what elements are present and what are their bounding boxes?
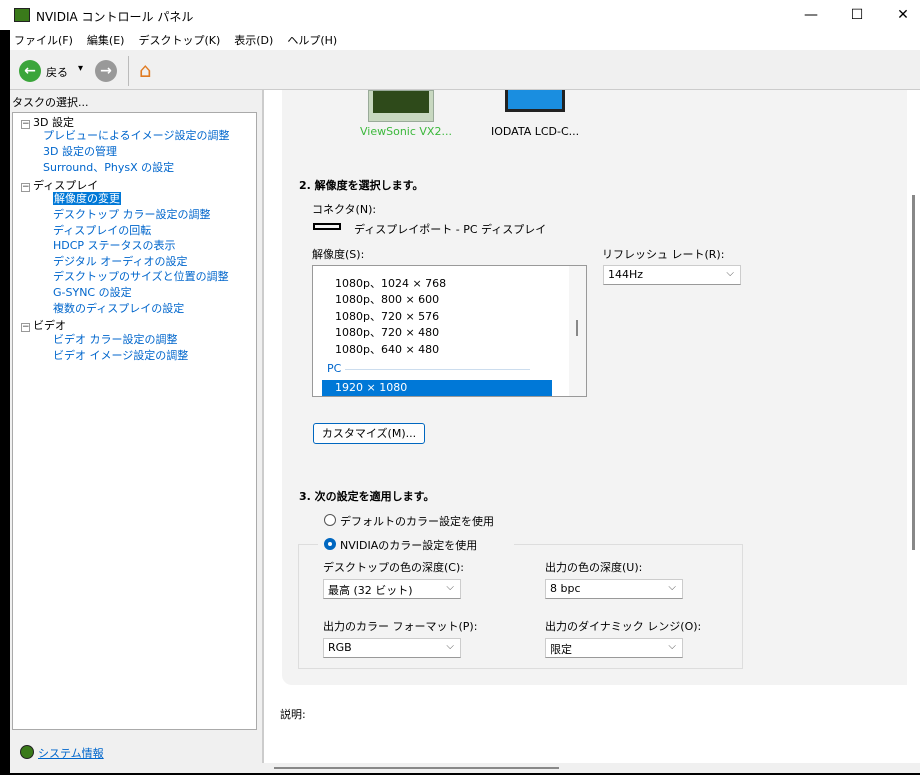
chevron-down-icon: ⌵ xyxy=(446,582,454,593)
tree-item[interactable]: プレビューによるイメージ設定の調整 xyxy=(43,127,229,143)
nvidia-app-icon xyxy=(14,8,30,22)
resolution-option[interactable]: 1080p、720 × 480 xyxy=(335,324,439,340)
chevron-down-icon: ⌵ xyxy=(446,641,454,652)
resolution-option[interactable]: 1080p、640 × 480 xyxy=(335,341,439,357)
menu-help[interactable]: ヘルプ(H) xyxy=(287,32,337,48)
dynamic-range-label: 出力のダイナミック レンジ(O): xyxy=(545,620,702,633)
task-heading: タスクの選択... xyxy=(12,96,89,109)
monitor-icon xyxy=(373,91,429,113)
display-iodata[interactable] xyxy=(505,90,565,112)
menu-file[interactable]: ファイル(F) xyxy=(14,32,73,48)
menu-bar: ファイル(F) 編集(E) デスクトップ(K) 表示(D) ヘルプ(H) xyxy=(10,30,920,50)
task-tree: −3D 設定 プレビューによるイメージ設定の調整 3D 設定の管理 Surrou… xyxy=(12,112,257,730)
tree-item[interactable]: HDCP ステータスの表示 xyxy=(53,237,176,253)
toolbar-divider xyxy=(128,56,129,86)
group-header-pc: PC xyxy=(327,362,342,375)
output-depth-label: 出力の色の深度(U): xyxy=(545,561,643,574)
tree-item[interactable]: デスクトップ カラー設定の調整 xyxy=(53,206,211,222)
connector-label: コネクタ(N): xyxy=(312,203,377,216)
tree-item[interactable]: ビデオ イメージ設定の調整 xyxy=(53,347,188,363)
list-scrollbar[interactable] xyxy=(569,266,586,396)
collapse-icon[interactable]: − xyxy=(21,323,30,332)
color-format-dropdown[interactable]: RGB ⌵ xyxy=(323,638,461,658)
refresh-rate-label: リフレッシュ レート(R): xyxy=(602,248,725,261)
history-dropdown[interactable]: ▾ xyxy=(78,63,83,74)
scroll-thumb[interactable] xyxy=(274,767,559,769)
collapse-icon[interactable]: − xyxy=(21,120,30,129)
section-3-heading: 3. 次の設定を適用します。 xyxy=(299,490,435,503)
back-button[interactable]: 戻る xyxy=(46,64,68,80)
dynamic-range-dropdown[interactable]: 限定 ⌵ xyxy=(545,638,683,658)
tree-item-selected[interactable]: 解像度の変更 xyxy=(53,192,121,205)
desktop-depth-dropdown[interactable]: 最高 (32 ビット) ⌵ xyxy=(323,579,461,599)
minimize-button[interactable]: — xyxy=(796,4,826,26)
radio-default-color[interactable] xyxy=(324,514,336,526)
resolution-option[interactable]: 1080p、1024 × 768 xyxy=(335,275,446,291)
collapse-icon[interactable]: − xyxy=(21,183,30,192)
chevron-down-icon: ⌵ xyxy=(726,268,734,279)
tree-item[interactable]: デジタル オーディオの設定 xyxy=(53,253,188,269)
title-bar: NVIDIA コントロール パネル — ☐ ✕ xyxy=(0,0,920,30)
display-name-selected[interactable]: ViewSonic VX2... xyxy=(360,125,452,138)
forward-arrow-icon[interactable]: → xyxy=(95,60,117,82)
output-depth-dropdown[interactable]: 8 bpc ⌵ xyxy=(545,579,683,599)
radio-nvidia-label[interactable]: NVIDIAのカラー設定を使用 xyxy=(340,537,477,553)
close-button[interactable]: ✕ xyxy=(888,4,918,26)
window-title: NVIDIA コントロール パネル xyxy=(36,10,194,24)
tree-item[interactable]: 3D 設定の管理 xyxy=(43,143,117,159)
color-format-label: 出力のカラー フォーマット(P): xyxy=(323,620,478,633)
tree-item[interactable]: 複数のディスプレイの設定 xyxy=(53,300,184,316)
menu-edit[interactable]: 編集(E) xyxy=(87,32,125,48)
scroll-thumb[interactable] xyxy=(576,320,578,336)
desktop-depth-label: デスクトップの色の深度(C): xyxy=(323,561,464,574)
radio-nvidia-color[interactable] xyxy=(324,538,336,550)
connector-value: ディスプレイポート - PC ディスプレイ xyxy=(354,223,547,236)
tree-item[interactable]: Surround、PhysX の設定 xyxy=(43,159,174,175)
tree-item[interactable]: G-SYNC の設定 xyxy=(53,284,132,300)
home-icon[interactable]: ⌂ xyxy=(139,58,152,82)
back-arrow-icon[interactable]: ← xyxy=(19,60,41,82)
group-divider xyxy=(345,369,530,370)
tree-item[interactable]: ビデオ カラー設定の調整 xyxy=(53,331,178,347)
horizontal-scrollbar[interactable] xyxy=(262,763,920,773)
tree-item[interactable]: ディスプレイの回転 xyxy=(53,222,151,238)
display-viewsonic[interactable] xyxy=(368,90,434,122)
menu-view[interactable]: 表示(D) xyxy=(234,32,273,48)
description-label: 説明: xyxy=(280,708,306,721)
toolbar: ← 戻る ▾ → ⌂ xyxy=(10,52,920,90)
radio-default-label[interactable]: デフォルトのカラー設定を使用 xyxy=(340,513,494,529)
chevron-down-icon: ⌵ xyxy=(668,641,676,652)
menu-desktop[interactable]: デスクトップ(K) xyxy=(138,32,220,48)
section-2-heading: 2. 解像度を選択します。 xyxy=(299,179,424,192)
system-info-link[interactable]: システム情報 xyxy=(38,745,104,761)
chevron-down-icon: ⌵ xyxy=(668,582,676,593)
system-info-icon xyxy=(20,745,34,759)
resolution-option[interactable]: 1080p、800 × 600 xyxy=(335,291,439,307)
window-edge xyxy=(0,30,10,775)
vertical-scrollbar[interactable] xyxy=(912,195,915,550)
resolution-option-selected[interactable]: 1920 × 1080 xyxy=(322,380,552,396)
resolution-option[interactable]: 1080p、720 × 576 xyxy=(335,308,439,324)
refresh-rate-dropdown[interactable]: 144Hz ⌵ xyxy=(603,265,741,285)
display-name[interactable]: IODATA LCD-C... xyxy=(491,125,579,138)
tree-item[interactable]: デスクトップのサイズと位置の調整 xyxy=(53,268,229,284)
resolution-label: 解像度(S): xyxy=(312,248,365,261)
customize-button[interactable]: カスタマイズ(M)... xyxy=(313,423,425,444)
displayport-icon xyxy=(313,223,341,230)
maximize-button[interactable]: ☐ xyxy=(842,4,872,26)
resolution-list[interactable]: 1080p、1024 × 768 1080p、800 × 600 1080p、7… xyxy=(312,265,587,397)
